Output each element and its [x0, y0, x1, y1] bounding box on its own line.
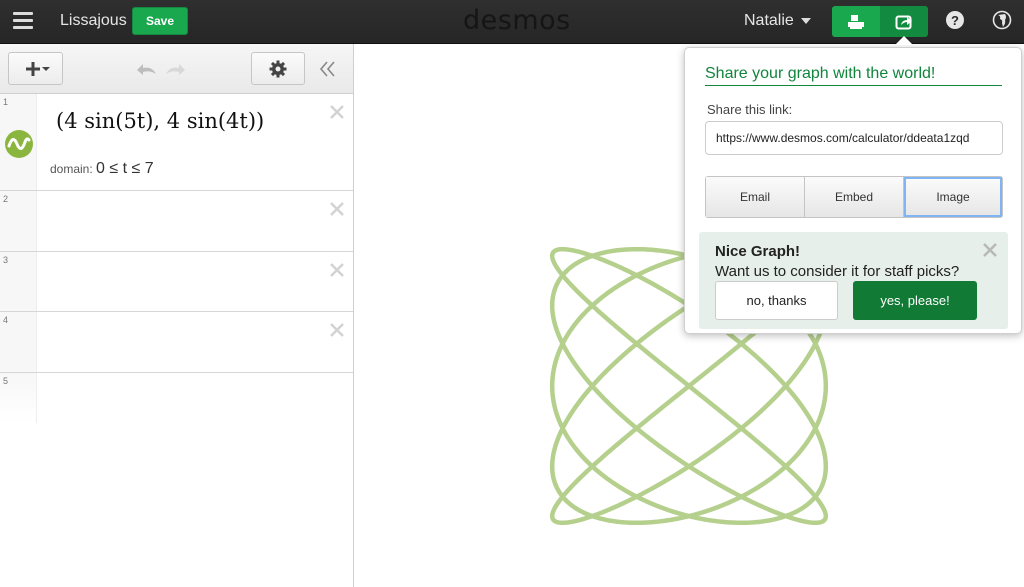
help-icon[interactable]: ? [945, 10, 965, 30]
expression-row[interactable]: 4 [0, 312, 353, 373]
expression-panel: 1 (4 sin(5t), 4 sin(4t)) domain: 0 ≤ t ≤… [0, 44, 354, 587]
undo-icon[interactable] [134, 59, 158, 77]
popover-arrow [895, 36, 913, 45]
user-menu[interactable]: Natalie [744, 12, 811, 30]
expression-row[interactable]: 1 (4 sin(5t), 4 sin(4t)) domain: 0 ≤ t ≤… [0, 94, 353, 191]
share-icon [895, 15, 912, 29]
user-name: Natalie [744, 12, 794, 29]
delete-icon[interactable] [329, 322, 345, 338]
expression-toolbar [0, 44, 353, 94]
delete-icon[interactable] [329, 104, 345, 120]
graph-title[interactable]: Lissajous [60, 12, 127, 30]
expression-index: 1 [3, 97, 9, 107]
top-bar: Lissajous Save desmos Natalie ? [0, 0, 1024, 44]
graph-style-icon[interactable] [4, 129, 34, 159]
settings-button[interactable] [251, 52, 305, 85]
double-chevron-left-icon[interactable] [318, 60, 338, 78]
share-popover: Share your graph with the world! Share t… [684, 47, 1022, 334]
expression-index: 3 [3, 255, 9, 265]
expression-index: 4 [3, 315, 9, 325]
email-button[interactable]: Email [706, 177, 805, 217]
share-options: Email Embed Image [705, 176, 1003, 218]
expression-latex[interactable]: (4 sin(5t), 4 sin(4t)) [56, 109, 264, 133]
delete-icon[interactable] [329, 262, 345, 278]
add-item-button[interactable] [8, 52, 63, 85]
expression-row[interactable]: 3 [0, 252, 353, 312]
embed-button[interactable]: Embed [805, 177, 904, 217]
staff-title: Nice Graph! [715, 243, 801, 260]
redo-icon[interactable] [164, 59, 188, 77]
share-link-input[interactable] [705, 121, 1003, 155]
no-thanks-button[interactable]: no, thanks [715, 281, 838, 320]
domain-value[interactable]: 0 ≤ t ≤ 7 [96, 160, 154, 177]
save-button[interactable]: Save [132, 7, 188, 35]
print-share-group [832, 6, 928, 37]
caret-down-icon [800, 17, 811, 24]
image-button[interactable]: Image [904, 177, 1002, 217]
expression-index: 5 [3, 376, 9, 386]
close-icon[interactable] [982, 242, 998, 258]
yes-please-button[interactable]: yes, please! [853, 281, 977, 320]
delete-icon[interactable] [329, 201, 345, 217]
print-icon [848, 14, 864, 29]
desmos-logo: desmos [463, 5, 571, 36]
domain-restriction[interactable]: domain: 0 ≤ t ≤ 7 [50, 160, 154, 178]
plus-icon [25, 61, 50, 76]
svg-text:?: ? [951, 13, 959, 28]
expression-row[interactable]: 5 [0, 373, 353, 423]
share-link-label: Share this link: [707, 102, 793, 117]
gear-icon [269, 60, 287, 77]
expression-index: 2 [3, 194, 9, 204]
expression-row[interactable]: 2 [0, 191, 353, 252]
domain-label: domain: [50, 162, 93, 176]
share-button[interactable] [880, 6, 928, 37]
share-heading: Share your graph with the world! [705, 65, 1002, 86]
staff-picks-prompt: Nice Graph! Want us to consider it for s… [699, 232, 1008, 329]
hamburger-icon[interactable] [13, 12, 33, 29]
print-button[interactable] [832, 6, 880, 37]
staff-question: Want us to consider it for staff picks? [715, 263, 960, 280]
globe-icon[interactable] [992, 10, 1012, 30]
